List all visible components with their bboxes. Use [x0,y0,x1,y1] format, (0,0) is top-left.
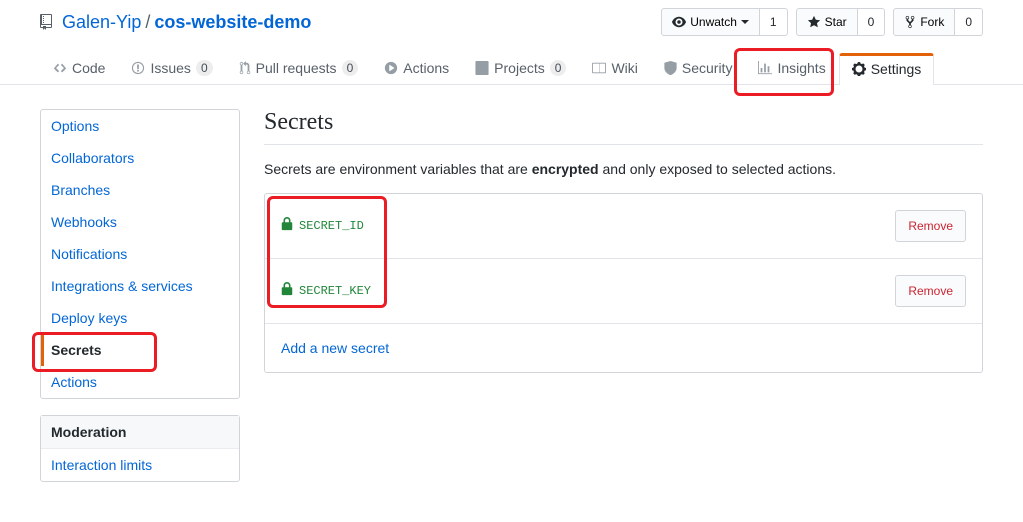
tab-pulls[interactable]: Pull requests 0 [226,52,372,84]
eye-icon [672,12,686,32]
secrets-list: SECRET_ID Remove SECRET_KEY Remove Add a… [264,193,983,373]
secret-row: SECRET_KEY Remove [265,259,982,324]
fork-label: Fork [920,12,944,32]
page-description: Secrets are environment variables that a… [264,161,983,177]
sidebar-item-collaborators[interactable]: Collaborators [41,142,239,174]
sidebar-item-deploy-keys[interactable]: Deploy keys [41,302,239,334]
breadcrumb-separator: / [145,12,150,33]
sidebar-item-actions[interactable]: Actions [41,366,239,398]
sidebar-item-notifications[interactable]: Notifications [41,238,239,270]
watch-count[interactable]: 1 [760,8,788,36]
star-button[interactable]: Star [796,8,858,36]
caret-down-icon [741,20,749,24]
secret-row: SECRET_ID Remove [265,194,982,259]
lock-icon [281,282,293,300]
breadcrumb-repo[interactable]: cos-website-demo [154,12,311,33]
breadcrumb: Galen-Yip / cos-website-demo [40,12,311,33]
repo-icon [40,14,56,30]
tab-issues[interactable]: Issues 0 [118,52,225,84]
remove-secret-button[interactable]: Remove [895,210,966,242]
secret-name: SECRET_ID [281,217,364,235]
fork-count[interactable]: 0 [955,8,983,36]
star-count[interactable]: 0 [858,8,886,36]
unwatch-button[interactable]: Unwatch [661,8,760,36]
tab-code[interactable]: Code [40,52,118,84]
sidebar-item-options[interactable]: Options [41,110,239,142]
star-icon [807,12,821,32]
tab-settings[interactable]: Settings [839,53,935,85]
tab-actions[interactable]: Actions [371,52,462,84]
settings-sidebar: Options Collaborators Branches Webhooks … [40,109,240,498]
fork-button[interactable]: Fork [893,8,955,36]
secret-name: SECRET_KEY [281,282,371,300]
repo-nav: Code Issues 0 Pull requests 0 Actions Pr… [40,52,983,84]
sidebar-item-webhooks[interactable]: Webhooks [41,206,239,238]
lock-icon [281,217,293,235]
add-secret-row: Add a new secret [265,324,982,372]
breadcrumb-owner[interactable]: Galen-Yip [62,12,141,33]
add-new-secret-link[interactable]: Add a new secret [281,340,389,356]
repo-pagehead: Galen-Yip / cos-website-demo Unwatch 1 [0,0,1023,85]
tab-wiki[interactable]: Wiki [579,52,650,84]
tab-security[interactable]: Security [651,52,746,84]
sidebar-item-integrations[interactable]: Integrations & services [41,270,239,302]
star-label: Star [825,12,847,32]
fork-icon [904,12,916,32]
pagehead-actions: Unwatch 1 Star 0 Fork [661,8,983,36]
sidebar-item-secrets[interactable]: Secrets [41,334,239,366]
sidebar-heading-moderation: Moderation [41,416,239,449]
sidebar-item-interaction-limits[interactable]: Interaction limits [41,449,239,481]
tab-insights[interactable]: Insights [745,52,838,84]
unwatch-label: Unwatch [690,12,737,32]
remove-secret-button[interactable]: Remove [895,275,966,307]
page-title: Secrets [264,109,983,136]
tab-projects[interactable]: Projects 0 [462,52,579,84]
sidebar-item-branches[interactable]: Branches [41,174,239,206]
content-area: Secrets Secrets are environment variable… [264,109,983,498]
